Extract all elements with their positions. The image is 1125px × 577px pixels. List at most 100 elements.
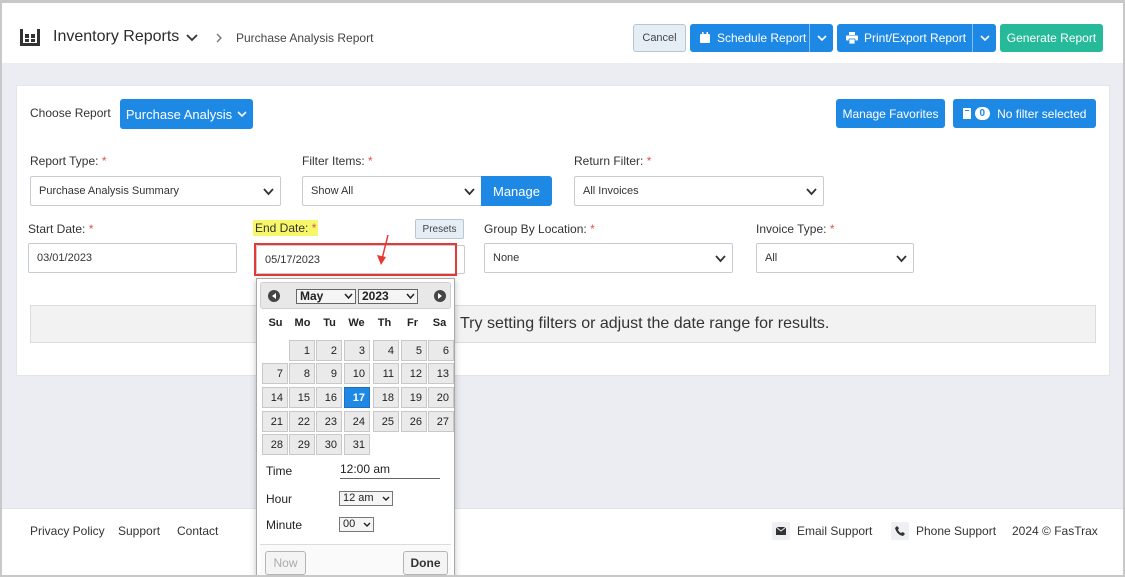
calendar-day[interactable]: 24 bbox=[344, 411, 370, 432]
invoice-type-label: Invoice Type: * bbox=[756, 222, 835, 236]
schedule-dropdown-toggle[interactable] bbox=[809, 24, 833, 52]
calendar-day[interactable]: 10 bbox=[344, 363, 370, 384]
calendar-day[interactable]: 31 bbox=[344, 434, 370, 455]
calendar-day[interactable]: 9 bbox=[316, 363, 342, 384]
next-month-icon[interactable] bbox=[434, 290, 446, 302]
calendar-day[interactable]: 22 bbox=[289, 411, 315, 432]
calendar-day[interactable]: 7 bbox=[262, 363, 288, 384]
weekday-header: We bbox=[348, 317, 365, 329]
chevron-down-icon bbox=[263, 188, 274, 196]
calendar-day[interactable]: 6 bbox=[428, 340, 454, 361]
filter-items-value: Show All bbox=[311, 185, 354, 197]
annotation-arrow-icon bbox=[377, 234, 389, 265]
calendar-day[interactable]: 8 bbox=[289, 363, 315, 384]
email-support-link[interactable]: Email Support bbox=[797, 524, 872, 538]
calendar-day[interactable]: 28 bbox=[262, 434, 288, 455]
calendar-day[interactable]: 1 bbox=[289, 340, 315, 361]
chevron-down-icon bbox=[806, 188, 817, 196]
start-date-input[interactable]: 03/01/2023 bbox=[28, 243, 237, 273]
calendar-day[interactable]: 25 bbox=[373, 411, 399, 432]
chevron-down-icon bbox=[344, 293, 353, 300]
now-button[interactable]: Now bbox=[265, 551, 306, 575]
year-select[interactable]: 2023 bbox=[358, 289, 418, 304]
datepicker-popup: May 2023 Su Mo Tu We Th Fr Sa 1 2 3 4 5 6 7 8 9 10 11 12 1… bbox=[256, 278, 455, 575]
calendar-day[interactable]: 30 bbox=[316, 434, 342, 455]
filter-selection-button[interactable]: 0 No filter selected bbox=[953, 99, 1096, 128]
presets-button[interactable]: Presets bbox=[415, 219, 464, 239]
calendar-day[interactable]: 23 bbox=[316, 411, 342, 432]
hour-select[interactable]: 12 am bbox=[339, 491, 393, 506]
calendar-day-selected[interactable]: 17 bbox=[344, 387, 370, 408]
calendar-day[interactable]: 11 bbox=[373, 363, 399, 384]
prev-month-icon[interactable] bbox=[268, 290, 280, 302]
weekday-header: Su bbox=[268, 317, 283, 329]
calendar-day[interactable]: 19 bbox=[401, 387, 427, 408]
calendar-day[interactable]: 21 bbox=[262, 411, 288, 432]
start-date-value: 03/01/2023 bbox=[37, 252, 93, 264]
chevron-down-icon bbox=[896, 255, 907, 263]
calendar-day[interactable]: 12 bbox=[401, 363, 427, 384]
calendar-day[interactable]: 4 bbox=[373, 340, 399, 361]
calendar-day[interactable]: 15 bbox=[289, 387, 315, 408]
month-select[interactable]: May bbox=[296, 289, 356, 304]
top-header: Inventory Reports Purchase Analysis Repo… bbox=[2, 3, 1123, 63]
schedule-report-button[interactable]: Schedule Report bbox=[690, 24, 833, 52]
generate-report-button[interactable]: Generate Report bbox=[1000, 24, 1103, 52]
calendar-day[interactable]: 20 bbox=[428, 387, 454, 408]
copyright-text: 2024 © FasTrax bbox=[1012, 524, 1098, 538]
filter-items-select[interactable]: Show All bbox=[302, 176, 482, 206]
hour-label: Hour bbox=[266, 492, 293, 506]
datepicker-footer: Now Done bbox=[260, 544, 451, 575]
group-by-location-value: None bbox=[493, 252, 520, 264]
minute-select[interactable]: 00 bbox=[339, 517, 374, 532]
weekday-header: Th bbox=[377, 317, 392, 329]
weekday-header: Fr bbox=[407, 317, 418, 329]
filter-items-label: Filter Items: * bbox=[302, 154, 373, 168]
return-filter-label: Return Filter: * bbox=[574, 154, 652, 168]
selected-report-label: Purchase Analysis bbox=[125, 106, 233, 122]
choose-report-dropdown[interactable]: Purchase Analysis bbox=[120, 99, 253, 129]
calendar-day[interactable]: 16 bbox=[316, 387, 342, 408]
calendar-day[interactable]: 29 bbox=[289, 434, 315, 455]
calendar-day[interactable]: 26 bbox=[401, 411, 427, 432]
calendar-day[interactable]: 13 bbox=[428, 363, 454, 384]
contact-link[interactable]: Contact bbox=[177, 524, 218, 538]
hour-value: 12 am bbox=[343, 492, 374, 504]
invoice-type-select[interactable]: All bbox=[756, 243, 914, 273]
return-filter-select[interactable]: All Invoices bbox=[574, 176, 824, 206]
print-export-button[interactable]: Print/Export Report bbox=[837, 24, 996, 52]
printer-icon bbox=[846, 32, 858, 44]
chevron-down-icon bbox=[382, 496, 390, 501]
chevron-down-icon[interactable] bbox=[186, 32, 198, 44]
group-by-location-select[interactable]: None bbox=[484, 243, 733, 273]
choose-report-label: Choose Report bbox=[30, 106, 111, 120]
return-filter-value: All Invoices bbox=[583, 185, 639, 197]
filter-status-label: No filter selected bbox=[997, 106, 1087, 121]
chevron-down-icon bbox=[363, 522, 371, 527]
page-footer bbox=[2, 508, 1123, 575]
app-title[interactable]: Inventory Reports bbox=[53, 28, 179, 46]
calendar-day[interactable]: 3 bbox=[344, 340, 370, 361]
results-message-panel: Try setting filters or adjust the date r… bbox=[30, 305, 1096, 343]
calendar-day[interactable]: 14 bbox=[262, 387, 288, 408]
privacy-policy-link[interactable]: Privacy Policy bbox=[30, 524, 105, 538]
calendar-icon bbox=[700, 32, 710, 43]
cancel-button[interactable]: Cancel bbox=[633, 24, 686, 52]
done-button[interactable]: Done bbox=[403, 551, 448, 575]
calendar-day[interactable]: 2 bbox=[316, 340, 342, 361]
report-type-select[interactable]: Purchase Analysis Summary bbox=[30, 176, 281, 206]
calendar-day[interactable]: 27 bbox=[428, 411, 454, 432]
support-link[interactable]: Support bbox=[118, 524, 160, 538]
manage-favorites-button[interactable]: Manage Favorites bbox=[836, 99, 945, 128]
year-value: 2023 bbox=[362, 289, 389, 303]
phone-support-link[interactable]: Phone Support bbox=[916, 524, 996, 538]
print-dropdown-toggle[interactable] bbox=[972, 24, 996, 52]
manage-button[interactable]: Manage bbox=[481, 176, 552, 206]
breadcrumb-current: Purchase Analysis Report bbox=[236, 31, 374, 45]
schedule-report-label: Schedule Report bbox=[717, 31, 807, 45]
calendar-day[interactable]: 18 bbox=[373, 387, 399, 408]
calendar-day[interactable]: 5 bbox=[401, 340, 427, 361]
chevron-down-icon bbox=[464, 188, 475, 196]
time-label: Time bbox=[266, 464, 293, 478]
minute-label: Minute bbox=[266, 518, 303, 532]
